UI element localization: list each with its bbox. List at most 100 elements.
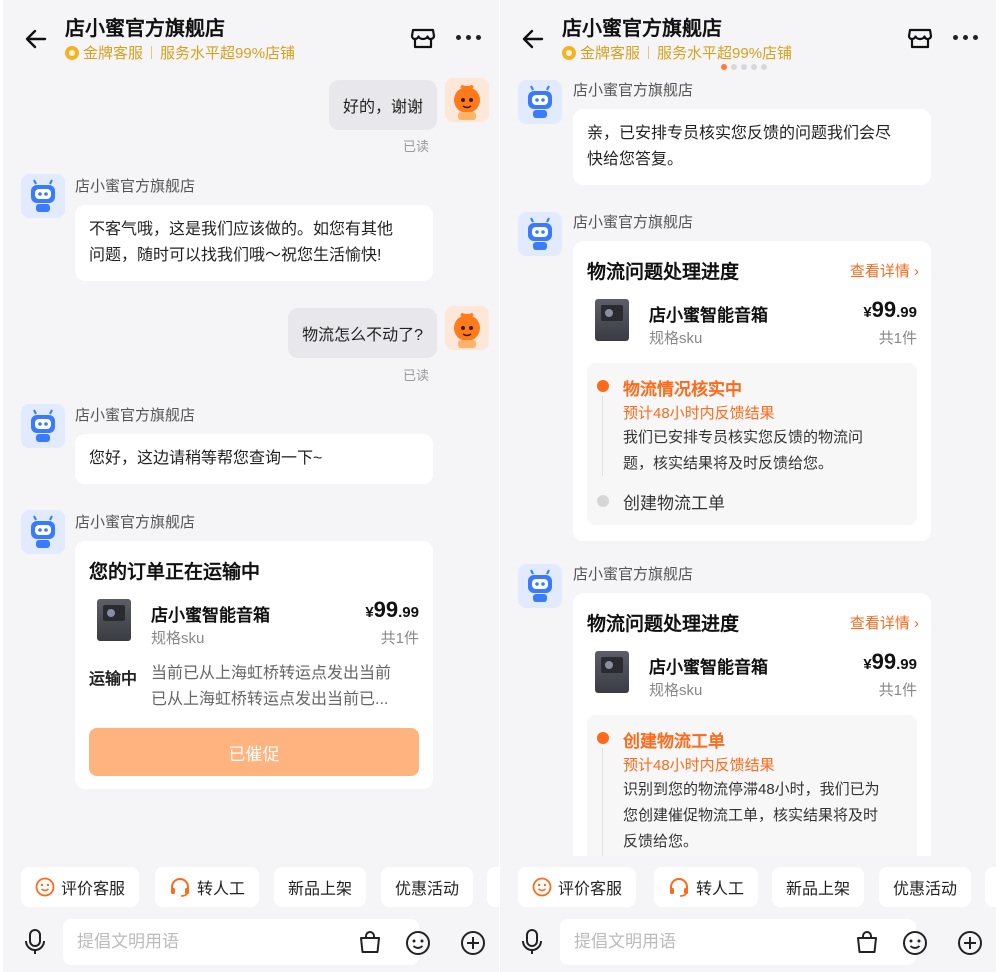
product-price: ¥99.99 — [365, 597, 419, 622]
quick-reply-more[interactable] — [985, 867, 996, 907]
quick-reply-rate-service[interactable]: 评价客服 — [21, 867, 140, 907]
quick-reply-new-arrivals[interactable]: 新品上架 — [772, 867, 865, 907]
product-name: 店小蜜智能音箱 — [649, 658, 768, 677]
bot-message-bubble: 您好，这边请稍等帮您查询一下~ — [75, 434, 433, 484]
shop-subtitle: 金牌客服 服务水平超99%店铺 — [65, 42, 295, 63]
product-price: ¥99.99 — [863, 649, 917, 674]
shop-subtitle: 金牌客服 服务水平超99%店铺 — [562, 42, 792, 63]
message-input-box[interactable] — [560, 919, 916, 965]
gold-service-badge: 金牌客服 — [580, 45, 641, 62]
bag-icon[interactable] — [854, 929, 880, 955]
bag-icon[interactable] — [357, 929, 383, 955]
order-status-card[interactable]: 您的订单正在运输中 店小蜜智能音箱 规格sku ¥99.99 共1件 运输中 当… — [75, 541, 433, 789]
step-active-dot — [597, 732, 609, 744]
bot-avatar — [21, 174, 65, 218]
microphone-icon[interactable] — [520, 928, 544, 956]
message-input[interactable] — [560, 919, 820, 965]
left-screen: 店小蜜官方旗舰店 金牌客服 服务水平超99%店铺 好的，谢谢 已读 店小蜜官方旗… — [3, 0, 499, 972]
quick-reply-human-agent[interactable]: 转人工 — [654, 867, 759, 907]
chip-label: 评价客服 — [558, 881, 623, 898]
pagination-dots — [721, 64, 767, 70]
service-level-text: 服务水平超99%店铺 — [160, 45, 296, 62]
chip-label: 新品上架 — [786, 881, 851, 898]
message-text: 快给您答复。 — [587, 151, 684, 168]
logistics-progress-card[interactable]: 物流问题处理进度 查看详情 › 店小蜜智能音箱 规格sku ¥99.99 共1件… — [573, 593, 931, 856]
gold-service-badge: 金牌客服 — [83, 45, 144, 62]
message-input-box[interactable] — [63, 919, 419, 965]
product-price: ¥99.99 — [863, 297, 917, 322]
product-image[interactable] — [97, 599, 131, 641]
message-list[interactable]: 店小蜜官方旗舰店 亲，已安排专员核实您反馈的问题我们会尽 快给您答复。 店小蜜官… — [500, 76, 996, 856]
shipping-status-label: 运输中 — [89, 671, 138, 688]
message-text: 物流怎么不动了? — [302, 327, 423, 344]
robot-icon — [528, 85, 552, 118]
card-title: 您的订单正在运输中 — [89, 562, 261, 583]
step-active-dot — [597, 380, 609, 392]
user-avatar[interactable] — [445, 78, 489, 122]
chip-label: 转人工 — [696, 881, 745, 898]
chevron-right-icon: › — [914, 263, 919, 280]
bot-avatar — [21, 404, 65, 448]
read-receipt: 已读 — [402, 139, 429, 154]
store-icon[interactable] — [906, 24, 934, 52]
back-arrow-icon[interactable] — [21, 24, 51, 54]
back-arrow-icon[interactable] — [518, 24, 548, 54]
quick-reply-rate-service[interactable]: 评价客服 — [518, 867, 637, 907]
right-screen: 店小蜜官方旗舰店 金牌客服 服务水平超99%店铺 店小蜜官方旗舰店 亲，已安排专… — [500, 0, 996, 972]
product-spec: 规格sku — [151, 630, 205, 647]
quick-reply-human-agent[interactable]: 转人工 — [155, 867, 260, 907]
message-list[interactable]: 好的，谢谢 已读 店小蜜官方旗舰店 不客气哦，这是我们应该做的。如您有其他 问题… — [3, 72, 499, 856]
more-icon[interactable] — [456, 35, 481, 40]
product-image[interactable] — [595, 299, 629, 341]
emoji-icon[interactable] — [902, 930, 928, 956]
read-receipt: 已读 — [402, 368, 429, 383]
view-details-link[interactable]: 查看详情 › — [850, 260, 919, 281]
robot-icon — [528, 217, 552, 250]
gold-medal-icon — [562, 45, 576, 60]
input-bar — [500, 916, 996, 972]
store-icon[interactable] — [409, 24, 437, 52]
more-icon[interactable] — [953, 35, 978, 40]
chip-label: 转人工 — [197, 881, 246, 898]
quick-reply-promotions[interactable]: 优惠活动 — [381, 867, 474, 907]
microphone-icon[interactable] — [23, 928, 47, 956]
product-name: 店小蜜智能音箱 — [649, 306, 768, 325]
headset-icon — [171, 878, 189, 897]
step-title: 创建物流工单 — [623, 494, 725, 513]
chip-label: 优惠活动 — [893, 881, 958, 898]
step-title: 物流情况核实中 — [623, 380, 742, 399]
quick-reply-promotions[interactable]: 优惠活动 — [879, 867, 972, 907]
quick-reply-bar: 评价客服 转人工 新品上架 优惠活动 — [500, 856, 996, 916]
input-bar — [3, 916, 499, 972]
bot-avatar — [518, 212, 562, 256]
user-avatar[interactable] — [445, 306, 489, 350]
product-image[interactable] — [595, 651, 629, 693]
smile-icon — [35, 877, 55, 897]
quick-reply-new-arrivals[interactable]: 新品上架 — [274, 867, 367, 907]
bot-message-bubble: 亲，已安排专员核实您反馈的问题我们会尽 快给您答复。 — [573, 109, 931, 185]
bot-avatar — [21, 510, 65, 554]
view-details-link[interactable]: 查看详情 › — [850, 612, 919, 633]
service-level-text: 服务水平超99%店铺 — [657, 45, 793, 62]
progress-timeline: 创建物流工单 预计48小时内反馈结果 识别到您的物流停滞48小时，我们已为 您创… — [587, 715, 917, 856]
plus-circle-icon[interactable] — [957, 930, 983, 956]
user-message-bubble: 好的，谢谢 — [328, 80, 437, 130]
card-title: 物流问题处理进度 — [587, 614, 740, 635]
card-title: 物流问题处理进度 — [587, 262, 740, 283]
quick-reply-more[interactable] — [487, 867, 499, 907]
logistics-progress-card[interactable]: 物流问题处理进度 查看详情 › 店小蜜智能音箱 规格sku ¥99.99 共1件… — [573, 241, 931, 541]
timeline-line — [602, 396, 603, 476]
divider — [151, 46, 153, 59]
plus-circle-icon[interactable] — [460, 930, 486, 956]
chip-label: 评价客服 — [61, 881, 126, 898]
sender-name: 店小蜜官方旗舰店 — [573, 214, 694, 231]
message-input[interactable] — [63, 919, 323, 965]
urged-button[interactable]: 已催促 — [89, 728, 419, 776]
message-text: 不客气哦，这是我们应该做的。如您有其他 — [89, 221, 394, 238]
user-message-bubble: 物流怎么不动了? — [288, 308, 437, 358]
emoji-icon[interactable] — [405, 930, 431, 956]
product-name: 店小蜜智能音箱 — [151, 606, 270, 625]
timeline-line — [602, 748, 603, 856]
quick-reply-bar: 评价客服 转人工 新品上架 优惠活动 — [3, 856, 499, 916]
sender-name: 店小蜜官方旗舰店 — [573, 82, 694, 99]
